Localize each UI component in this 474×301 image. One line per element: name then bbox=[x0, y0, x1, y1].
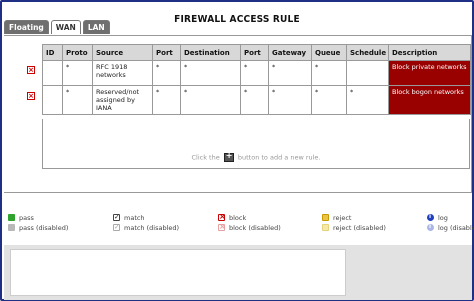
block-icon bbox=[218, 212, 226, 221]
col-header-queue[interactable]: Queue bbox=[311, 44, 347, 61]
legend-item-reject: reject bbox=[322, 213, 351, 222]
cell-id bbox=[42, 85, 63, 115]
col-header-port[interactable]: Port bbox=[152, 44, 181, 61]
col-header-dest-port[interactable]: Port bbox=[240, 44, 269, 61]
log-icon bbox=[427, 213, 434, 221]
table-row[interactable]: * Reserved/not assigned by IANA * * * * … bbox=[42, 85, 471, 115]
tab-floating[interactable]: Floating bbox=[4, 20, 49, 34]
col-header-gateway[interactable]: Gateway bbox=[268, 44, 312, 61]
legend-item-reject-disabled: reject (disabled) bbox=[322, 223, 386, 232]
cell-destination: * bbox=[180, 85, 241, 115]
cell-description: Block bogon networks bbox=[388, 85, 471, 115]
cell-proto: * bbox=[62, 60, 93, 86]
cell-schedule bbox=[346, 60, 389, 86]
block-disabled-icon bbox=[218, 222, 226, 231]
cell-dest-port: * bbox=[240, 60, 269, 86]
blank-content-box bbox=[10, 249, 346, 296]
cell-schedule: * bbox=[346, 85, 389, 115]
cell-queue: * bbox=[311, 60, 347, 86]
interface-tabs: Floating WAN LAN bbox=[4, 20, 112, 34]
col-header-source[interactable]: Source bbox=[92, 44, 153, 61]
hint-text-before: Click the bbox=[191, 153, 220, 162]
table-row[interactable]: * RFC 1918 networks * * * * * Block priv… bbox=[42, 60, 471, 86]
reject-icon bbox=[322, 214, 329, 221]
cell-gateway: * bbox=[268, 85, 312, 115]
legend-item-pass-disabled: pass (disabled) bbox=[8, 223, 68, 232]
add-rule-icon[interactable] bbox=[223, 151, 234, 162]
cell-gateway: * bbox=[268, 60, 312, 86]
cell-dest-port: * bbox=[240, 85, 269, 115]
col-header-schedule[interactable]: Schedule bbox=[346, 44, 389, 61]
match-disabled-icon bbox=[113, 223, 120, 231]
cell-destination: * bbox=[180, 60, 241, 86]
log-disabled-icon bbox=[427, 223, 434, 231]
legend-item-match-disabled: match (disabled) bbox=[113, 223, 179, 232]
rules-table: ID Proto Source Port Destination Port Ga… bbox=[42, 44, 471, 115]
cell-source: Reserved/not assigned by IANA bbox=[92, 85, 153, 115]
hint-text-after: button to add a new rule. bbox=[237, 153, 321, 162]
pass-disabled-icon bbox=[8, 224, 15, 231]
cell-proto: * bbox=[62, 85, 93, 115]
legend-item-block: block bbox=[218, 212, 246, 222]
tab-wan[interactable]: WAN bbox=[50, 20, 81, 34]
col-header-id[interactable]: ID bbox=[42, 44, 63, 61]
cell-port: * bbox=[152, 85, 181, 115]
pass-icon bbox=[8, 214, 15, 221]
block-icon[interactable]: × bbox=[27, 66, 35, 74]
tab-lan[interactable]: LAN bbox=[82, 20, 110, 34]
col-header-description[interactable]: Description bbox=[388, 44, 471, 61]
col-header-proto[interactable]: Proto bbox=[62, 44, 93, 61]
cell-source: RFC 1918 networks bbox=[92, 60, 153, 86]
legend-item-block-disabled: block (disabled) bbox=[218, 222, 281, 232]
match-icon bbox=[113, 213, 120, 221]
cell-queue: * bbox=[311, 85, 347, 115]
legend-item-pass: pass bbox=[8, 213, 34, 222]
block-icon[interactable]: × bbox=[27, 92, 35, 100]
window-frame: FIREWALL ACCESS RULE Floating WAN LAN ID… bbox=[0, 0, 474, 301]
col-header-destination[interactable]: Destination bbox=[180, 44, 241, 61]
reject-disabled-icon bbox=[322, 224, 329, 231]
legend-item-match: match bbox=[113, 213, 145, 222]
table-header-row: ID Proto Source Port Destination Port Ga… bbox=[42, 44, 471, 61]
cell-port: * bbox=[152, 60, 181, 86]
cell-description: Block private networks bbox=[388, 60, 471, 86]
legend-item-log-disabled: log (disabled) bbox=[427, 223, 474, 232]
add-rule-hint: Click the button to add a new rule. bbox=[42, 151, 470, 162]
legend-item-log: log bbox=[427, 213, 448, 222]
cell-id bbox=[42, 60, 63, 86]
